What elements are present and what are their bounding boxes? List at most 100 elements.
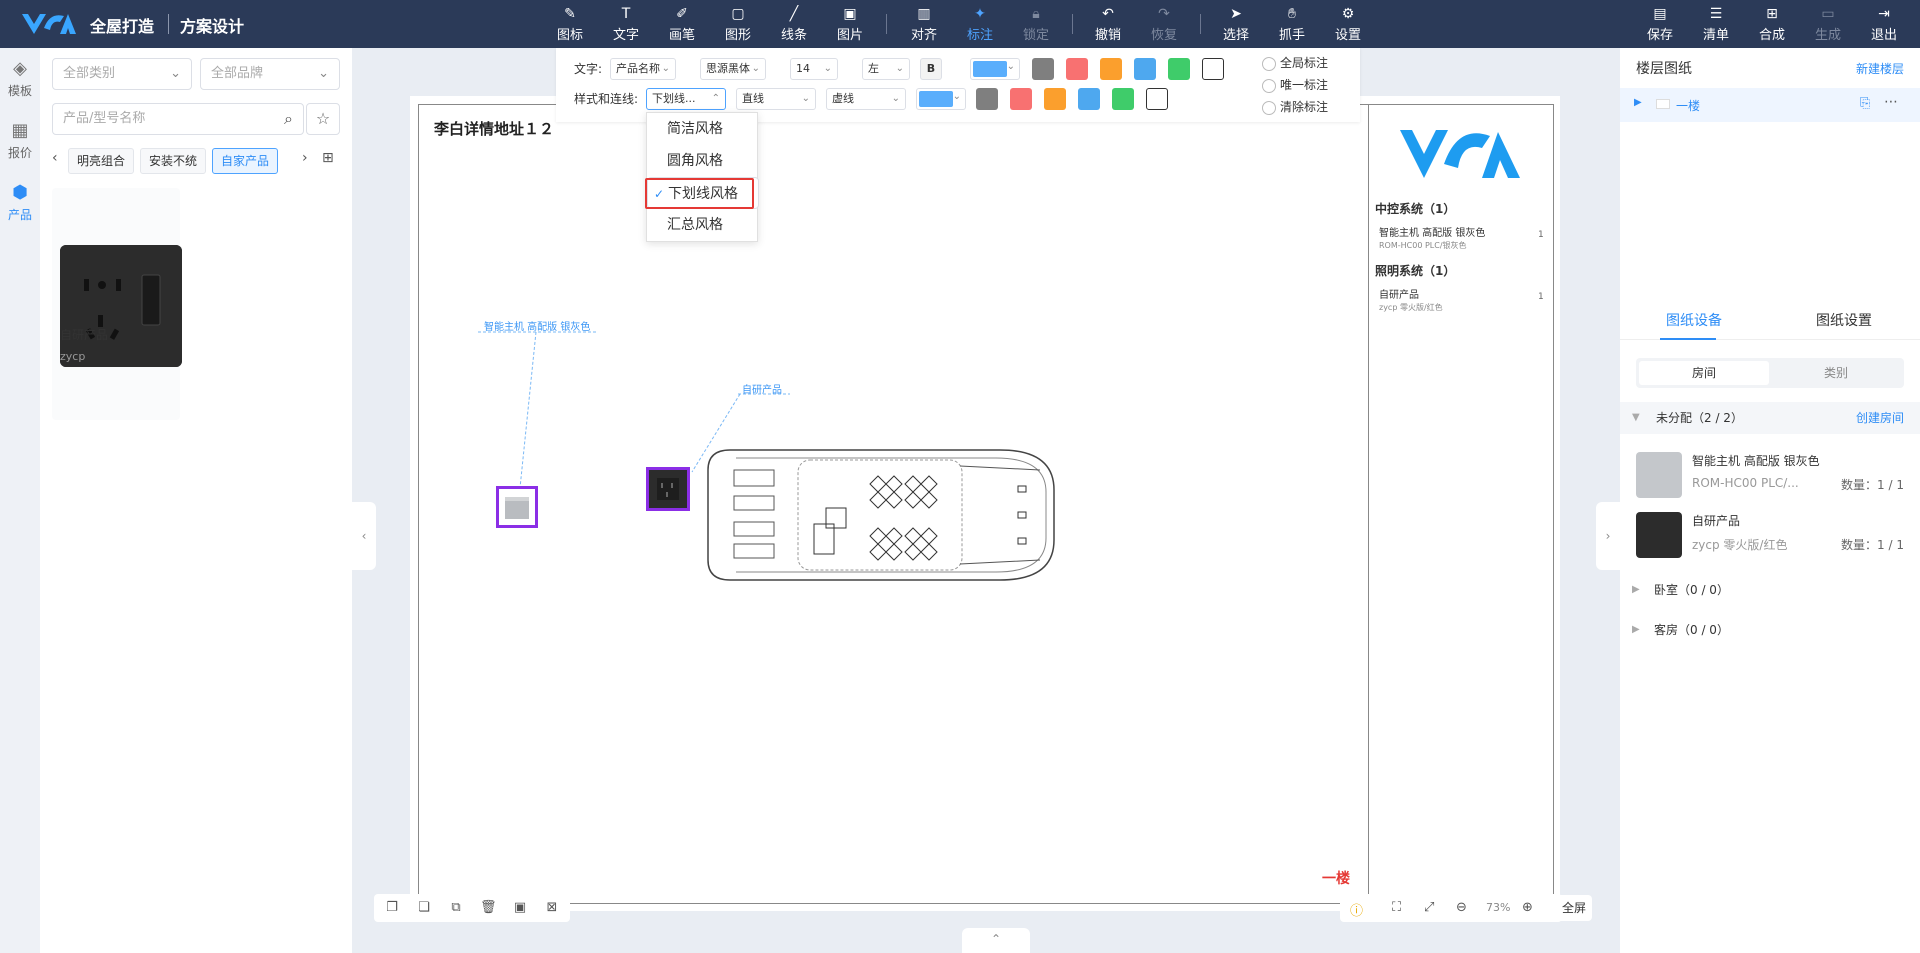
line-swatch-blue[interactable] (1078, 88, 1100, 110)
zoom-out-icon[interactable]: ⊖ (1456, 900, 1467, 915)
seg-category[interactable]: 类别 (1771, 361, 1901, 385)
tool-icon[interactable]: ✎ 图标 (548, 4, 592, 44)
tag[interactable]: 明亮组合 (68, 148, 135, 174)
tool-brush[interactable]: ✐ 画笔 (660, 4, 704, 44)
chevron-right-icon[interactable]: › (302, 150, 308, 166)
tool-label: 标注 (966, 28, 993, 43)
menu-item-summary[interactable]: 汇总风格 (647, 209, 759, 241)
delete-icon[interactable]: 🗑︎ (480, 900, 497, 916)
bring-front-icon[interactable]: ❐ (384, 900, 400, 916)
seg-room[interactable]: 房间 (1639, 361, 1769, 385)
device-row[interactable]: 智能主机 高配版 银灰色 ROM-HC00 PLC/... 数量：1 / 1 (1620, 446, 1920, 504)
device-socket-marker[interactable] (646, 467, 690, 511)
color-swatch-red[interactable] (1066, 58, 1088, 80)
tag[interactable]: 自家产品 (212, 148, 279, 174)
generate-button[interactable]: ▭ 生成 (1806, 4, 1850, 44)
radio-unique-annotation[interactable]: 唯一标注 (1262, 76, 1328, 93)
line-swatch-green[interactable] (1112, 88, 1134, 110)
annotation-label-product[interactable]: 自研产品 (742, 381, 782, 396)
line-swatch-red[interactable] (1010, 88, 1032, 110)
tool-image[interactable]: ▣ 图片 (828, 4, 872, 44)
caret-right-icon[interactable]: ▶ (1634, 97, 1642, 108)
group-unassigned[interactable]: ▼ 未分配（2 / 2） 创建房间 (1620, 402, 1920, 434)
color-swatch-green[interactable] (1168, 58, 1190, 80)
font-size-select[interactable]: 14 ⌄ (790, 58, 838, 80)
help-icon[interactable]: ⓘ (1350, 900, 1363, 919)
tool-undo[interactable]: ↶ 撤销 (1086, 4, 1130, 44)
tool-settings[interactable]: ⚙ 设置 (1326, 4, 1370, 44)
group-guestroom[interactable]: ▶ 客房（0 / 0） (1620, 614, 1920, 646)
search-input[interactable]: 产品/型号名称 ⌕ (52, 103, 304, 135)
line-swatch-orange[interactable] (1044, 88, 1066, 110)
collapse-left-button[interactable]: ‹ (352, 502, 376, 570)
grid-icon[interactable]: ⊞ (322, 150, 334, 166)
caret-down-icon: ▼ (1632, 412, 1640, 423)
list-button[interactable]: ☰ 清单 (1694, 4, 1738, 44)
tool-align[interactable]: ▥ 对齐 (902, 4, 946, 44)
line-type-select[interactable]: 直线 ⌄ (736, 88, 816, 110)
new-floor-link[interactable]: 新建楼层 (1856, 60, 1904, 77)
align-select[interactable]: 左 ⌄ (862, 58, 910, 80)
ungroup-icon[interactable]: ⊠ (544, 900, 560, 916)
bold-button[interactable]: B (920, 58, 942, 80)
collapse-right-button[interactable]: › (1596, 502, 1620, 570)
fit-icon[interactable]: ⛶ (1392, 900, 1401, 915)
line-swatch-white[interactable] (1146, 88, 1168, 110)
group-icon[interactable]: ▣ (512, 900, 528, 916)
color-swatch-white[interactable] (1202, 58, 1224, 80)
tab-devices[interactable]: 图纸设备 (1666, 310, 1722, 330)
floor-row[interactable]: ▶ 一楼 ⎘ ⋯ (1620, 88, 1920, 122)
tool-lock[interactable]: 🔒︎ 锁定 (1014, 4, 1058, 44)
nav-quote[interactable]: ▦ 报价 (0, 120, 40, 161)
compose-button[interactable]: ⊞ 合成 (1750, 4, 1794, 44)
tool-line[interactable]: ╱ 线条 (772, 4, 816, 44)
text-color-select[interactable]: ⌄ (970, 58, 1020, 80)
save-button[interactable]: ▤ 保存 (1638, 4, 1682, 44)
select-value: 直线 (742, 92, 764, 105)
tab-settings[interactable]: 图纸设置 (1816, 310, 1872, 330)
send-back-icon[interactable]: ❏ (416, 900, 432, 916)
create-room-link[interactable]: 创建房间 (1856, 402, 1904, 434)
brand-select[interactable]: 全部品牌 ⌄ (200, 58, 340, 90)
device-host-marker[interactable] (496, 486, 538, 528)
nav-template[interactable]: ◈ 模板 (0, 58, 40, 99)
style-select[interactable]: 下划线... ⌃ (646, 88, 726, 110)
tool-hand[interactable]: ✋︎ 抓手 (1270, 4, 1314, 44)
tool-annotate[interactable]: ✦ 标注 (958, 4, 1002, 44)
text-field-select[interactable]: 产品名称 ⌄ (610, 58, 676, 80)
tool-text[interactable]: T 文字 (604, 4, 648, 44)
fullscreen-button[interactable]: 全屏 (1556, 895, 1592, 921)
group-bedroom[interactable]: ▶ 卧室（0 / 0） (1620, 574, 1920, 606)
annotation-label-host[interactable]: 智能主机 高配版 银灰色 (484, 318, 590, 333)
line-color-select[interactable]: ⌄ (916, 88, 966, 110)
menu-item-simple[interactable]: 简洁风格 (647, 113, 759, 145)
exit-button[interactable]: ⇥ 退出 (1862, 4, 1906, 44)
chevron-left-icon[interactable]: ‹ (52, 150, 58, 166)
radio-clear-annotation[interactable]: 清除标注 (1262, 98, 1328, 115)
color-swatch-gray[interactable] (1032, 58, 1054, 80)
add-file-icon[interactable]: ⎘ (1860, 96, 1870, 111)
category-select[interactable]: 全部类别 ⌄ (52, 58, 192, 90)
radio-global-annotation[interactable]: 全局标注 (1262, 54, 1328, 71)
nav-product[interactable]: ⬢ 产品 (0, 182, 40, 223)
menu-item-rounded[interactable]: 圆角风格 (647, 145, 759, 177)
tool-label: 画笔 (668, 28, 695, 43)
tag[interactable]: 安装不统 (140, 148, 207, 174)
font-select[interactable]: 思源黑体 ⌄ (700, 58, 766, 80)
tool-shape[interactable]: ▢ 图形 (716, 4, 760, 44)
collapse-bottom-button[interactable]: ⌃ (962, 928, 1030, 953)
line-swatch-gray[interactable] (976, 88, 998, 110)
color-swatch-orange[interactable] (1100, 58, 1122, 80)
device-row[interactable]: 自研产品 zycp 零火版/红色 数量：1 / 1 (1620, 506, 1920, 564)
product-card[interactable] (52, 188, 182, 420)
more-icon[interactable]: ⋯ (1884, 94, 1898, 110)
tool-select[interactable]: ➤ 选择 (1214, 4, 1258, 44)
zoom-in-icon[interactable]: ⊕ (1522, 900, 1533, 915)
copy-icon[interactable]: ⧉ (448, 900, 464, 916)
select-value: 产品名称 (616, 62, 660, 75)
expand-icon[interactable]: ⤢ (1424, 900, 1434, 915)
dash-type-select[interactable]: 虚线 ⌄ (826, 88, 906, 110)
color-swatch-blue[interactable] (1134, 58, 1156, 80)
tool-redo[interactable]: ↷ 恢复 (1142, 4, 1186, 44)
favorite-button[interactable]: ☆ (306, 103, 340, 135)
